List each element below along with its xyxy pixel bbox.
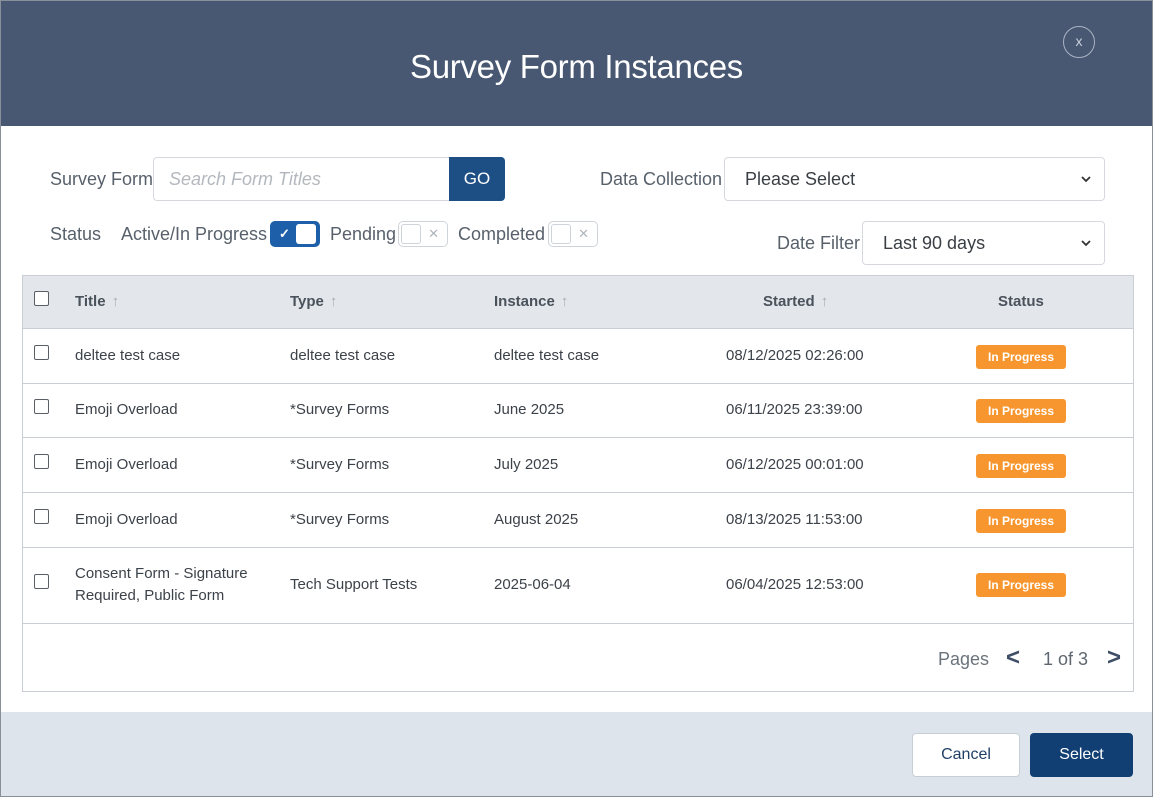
prev-page-button[interactable]: < xyxy=(1006,645,1020,671)
sort-arrow-icon: ↑ xyxy=(329,293,338,310)
instances-table: Title ↑ Type ↑ Instance ↑ Started ↑ Status d… xyxy=(22,275,1134,692)
sort-arrow-icon: ↑ xyxy=(820,293,829,310)
pages-label: Pages xyxy=(938,649,990,669)
status-badge: In Progress xyxy=(976,345,1066,369)
column-header-instance[interactable]: Instance ↑ xyxy=(494,293,568,311)
column-header-title-label: Title xyxy=(75,293,106,310)
toggle-pending-label: Pending xyxy=(330,224,397,244)
search-input[interactable] xyxy=(153,157,450,201)
row-instance: deltee test case xyxy=(494,347,600,364)
toggle-completed-label: Completed xyxy=(458,224,546,244)
survey-form-instances-modal: Survey Form Instances x Survey Form GO D… xyxy=(0,0,1153,797)
select-button[interactable]: Select xyxy=(1030,733,1133,777)
go-button[interactable]: GO xyxy=(449,157,505,201)
table-header: Title ↑ Type ↑ Instance ↑ Started ↑ Status xyxy=(23,276,1133,329)
row-title: Consent Form - Signature Required, Publi… xyxy=(75,565,248,604)
column-header-title[interactable]: Title ↑ xyxy=(75,293,119,311)
column-header-started[interactable]: Started ↑ xyxy=(763,293,828,311)
row-type: *Survey Forms xyxy=(290,401,390,418)
row-title: deltee test case xyxy=(75,347,181,364)
column-header-started-label: Started xyxy=(763,293,815,310)
sort-arrow-icon: ↑ xyxy=(111,293,120,310)
table-row[interactable]: Emoji Overload *Survey Forms July 2025 0… xyxy=(23,438,1133,493)
status-badge: In Progress xyxy=(976,509,1066,533)
row-started: 06/04/2025 12:53:00 xyxy=(726,576,864,593)
status-badge: In Progress xyxy=(976,573,1066,597)
data-collection-label: Data Collection xyxy=(600,169,723,189)
row-instance: August 2025 xyxy=(494,511,579,528)
row-title: Emoji Overload xyxy=(75,511,178,528)
column-header-instance-label: Instance xyxy=(494,293,555,310)
row-type: Tech Support Tests xyxy=(290,576,418,593)
table-row[interactable]: Emoji Overload *Survey Forms June 2025 0… xyxy=(23,384,1133,438)
modal-title: Survey Form Instances xyxy=(410,48,743,85)
row-checkbox[interactable] xyxy=(34,509,49,524)
row-checkbox[interactable] xyxy=(34,399,49,414)
row-type: deltee test case xyxy=(290,347,396,364)
page-indicator: 1 of 3 xyxy=(1043,649,1089,669)
row-checkbox[interactable] xyxy=(34,345,49,360)
close-button[interactable]: x xyxy=(1063,26,1095,58)
column-header-type-label: Type xyxy=(290,293,324,310)
row-instance: 2025-06-04 xyxy=(494,576,571,593)
chevron-down-icon xyxy=(1081,176,1091,183)
row-checkbox[interactable] xyxy=(34,454,49,469)
data-collection-select[interactable]: Please Select xyxy=(724,157,1105,201)
toggle-pending[interactable]: ✕ xyxy=(398,221,448,247)
toggle-active-in-progress[interactable]: ✓ xyxy=(270,221,320,247)
table-row[interactable]: Consent Form - Signature Required, Publi… xyxy=(23,548,1133,624)
select-all-checkbox[interactable] xyxy=(34,291,49,306)
row-title: Emoji Overload xyxy=(75,401,178,418)
toggle-knob xyxy=(296,224,316,244)
status-badge: In Progress xyxy=(976,399,1066,423)
row-checkbox[interactable] xyxy=(34,574,49,589)
data-collection-value: Please Select xyxy=(745,169,856,189)
x-icon: ✕ xyxy=(428,226,439,241)
row-title: Emoji Overload xyxy=(75,456,178,473)
status-label: Status xyxy=(50,224,102,244)
row-type: *Survey Forms xyxy=(290,511,390,528)
column-header-status: Status xyxy=(998,293,1044,310)
row-type: *Survey Forms xyxy=(290,456,390,473)
column-header-type[interactable]: Type ↑ xyxy=(290,293,337,311)
date-filter-label: Date Filter xyxy=(777,233,861,253)
row-started: 06/11/2025 23:39:00 xyxy=(726,401,863,418)
table-row[interactable]: deltee test case deltee test case deltee… xyxy=(23,329,1133,384)
close-icon: x xyxy=(1075,33,1083,49)
toggle-knob xyxy=(401,224,421,244)
next-page-button[interactable]: > xyxy=(1107,645,1121,671)
toggle-completed[interactable]: ✕ xyxy=(548,221,598,247)
survey-form-label: Survey Form xyxy=(50,169,154,189)
status-badge: In Progress xyxy=(976,454,1066,478)
row-started: 08/12/2025 02:26:00 xyxy=(726,347,864,364)
check-icon: ✓ xyxy=(279,226,290,241)
chevron-down-icon xyxy=(1081,240,1091,247)
sort-arrow-icon: ↑ xyxy=(560,293,569,310)
modal-footer: Cancel Select xyxy=(1,712,1152,796)
modal-header: Survey Form Instances x xyxy=(1,1,1152,126)
table-row[interactable]: Emoji Overload *Survey Forms August 2025… xyxy=(23,493,1133,548)
toggle-active-label: Active/In Progress xyxy=(121,224,268,244)
row-started: 08/13/2025 11:53:00 xyxy=(726,511,863,528)
date-filter-value: Last 90 days xyxy=(883,233,986,253)
date-filter-select[interactable]: Last 90 days xyxy=(862,221,1105,265)
row-instance: July 2025 xyxy=(494,456,559,473)
cancel-button[interactable]: Cancel xyxy=(912,733,1020,777)
toggle-knob xyxy=(551,224,571,244)
row-started: 06/12/2025 00:01:00 xyxy=(726,456,864,473)
x-icon: ✕ xyxy=(578,226,589,241)
row-instance: June 2025 xyxy=(494,401,565,418)
